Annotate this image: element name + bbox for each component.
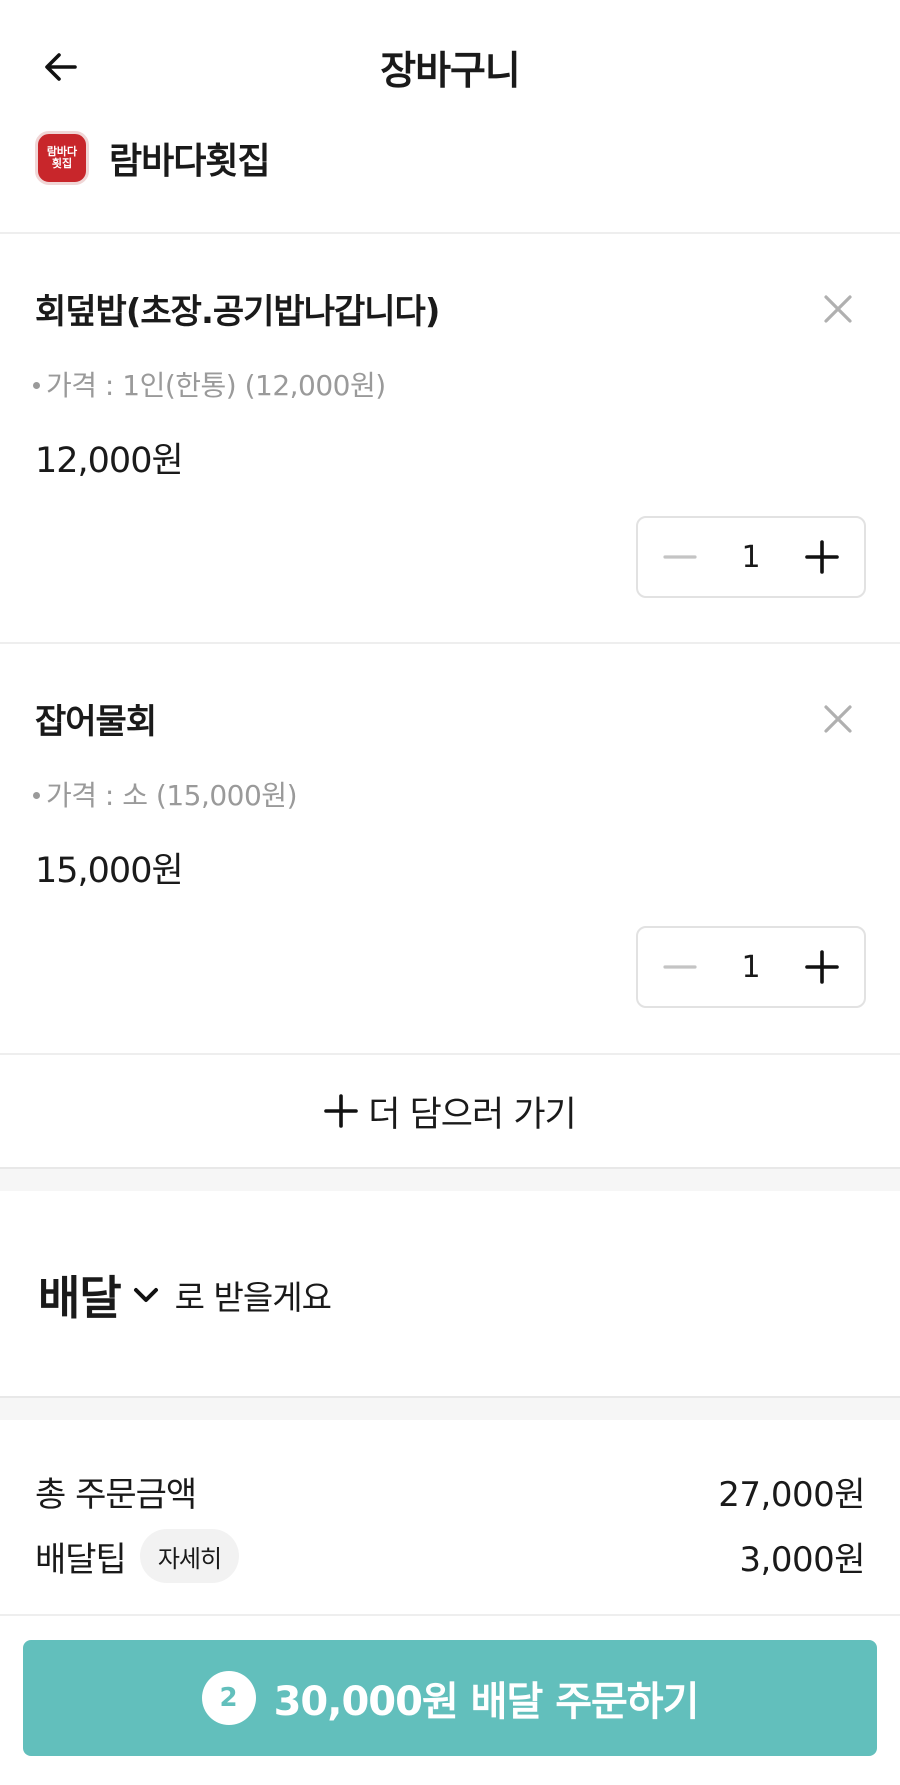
- add-more-label: 더 담으러 가기: [368, 1094, 576, 1135]
- tip-row: 배달팁 자세히 3,000원: [35, 1528, 865, 1584]
- minus-icon: [663, 965, 697, 969]
- tip-label: 배달팁: [35, 1539, 127, 1580]
- store-logo: 람바다 횟집: [35, 131, 89, 185]
- delivery-suffix: 로 받을게요: [174, 1278, 332, 1317]
- delivery-type[interactable]: 배달: [38, 1262, 122, 1328]
- plus-icon: [805, 950, 839, 984]
- item-count-badge: 2: [201, 1671, 256, 1725]
- decrease-button[interactable]: [652, 529, 708, 585]
- cart-item: 잡어물회 가격 : 소 (15,000원) 15,000원 1: [0, 644, 900, 1054]
- item-name: 회덮밥(초장.공기밥나갑니다): [35, 292, 440, 332]
- tip-value: 3,000원: [739, 1539, 865, 1580]
- section-separator: [0, 1167, 900, 1191]
- cart-page: 장바구니 람바다 횟집 람바다횟집 회덮밥(초장.공기밥나갑니다) 가격 : 1인…: [0, 0, 900, 1785]
- increase-button[interactable]: [794, 529, 850, 585]
- chevron-down-icon[interactable]: [129, 1278, 163, 1312]
- tip-detail-button[interactable]: 자세히: [139, 1529, 240, 1583]
- total-label: 총 주문금액: [35, 1474, 197, 1515]
- cart-item: 회덮밥(초장.공기밥나갑니다) 가격 : 1인(한통) (12,000원) 12…: [0, 234, 900, 644]
- plus-icon: [805, 540, 839, 574]
- quantity-stepper: 1: [636, 926, 866, 1008]
- remove-item-button[interactable]: [818, 699, 858, 739]
- decrease-button[interactable]: [652, 939, 708, 995]
- item-option: 가격 : 1인(한통) (12,000원): [33, 364, 386, 404]
- close-icon: [824, 295, 852, 323]
- minus-icon: [663, 555, 697, 559]
- store-logo-text: 람바다 횟집: [46, 145, 78, 170]
- plus-icon: [324, 1094, 359, 1128]
- increase-button[interactable]: [794, 939, 850, 995]
- order-bar: 2 30,000원 배달 주문하기: [0, 1614, 900, 1785]
- item-price: 15,000원: [35, 851, 184, 891]
- item-option: 가격 : 소 (15,000원): [33, 774, 298, 814]
- total-row: 총 주문금액 27,000원: [35, 1465, 865, 1517]
- page-title: 장바구니: [380, 49, 521, 94]
- quantity-value: 1: [741, 949, 761, 985]
- header: 장바구니: [0, 0, 900, 130]
- section-separator: [0, 1396, 900, 1420]
- quantity-stepper: 1: [636, 516, 866, 598]
- total-value: 27,000원: [718, 1474, 865, 1515]
- quantity-value: 1: [741, 539, 761, 575]
- remove-item-button[interactable]: [818, 289, 858, 329]
- bullet-icon: [33, 381, 40, 389]
- add-more-button[interactable]: 더 담으러 가기: [0, 1055, 900, 1167]
- order-button-label: 30,000원 배달 주문하기: [273, 1679, 700, 1725]
- item-name: 잡어물회: [35, 702, 157, 742]
- item-option-text: 가격 : 소 (15,000원): [46, 779, 298, 812]
- order-button[interactable]: 2 30,000원 배달 주문하기: [23, 1640, 877, 1756]
- store-name: 람바다횟집: [109, 141, 271, 182]
- delivery-selector: 배달 로 받을게요: [38, 1262, 332, 1328]
- close-icon: [824, 705, 852, 733]
- store-row[interactable]: 람바다 횟집 람바다횟집: [35, 130, 271, 186]
- item-price: 12,000원: [35, 441, 184, 481]
- bullet-icon: [33, 791, 40, 799]
- item-option-text: 가격 : 1인(한통) (12,000원): [46, 369, 386, 402]
- tip-label-group: 배달팁 자세히: [35, 1529, 240, 1583]
